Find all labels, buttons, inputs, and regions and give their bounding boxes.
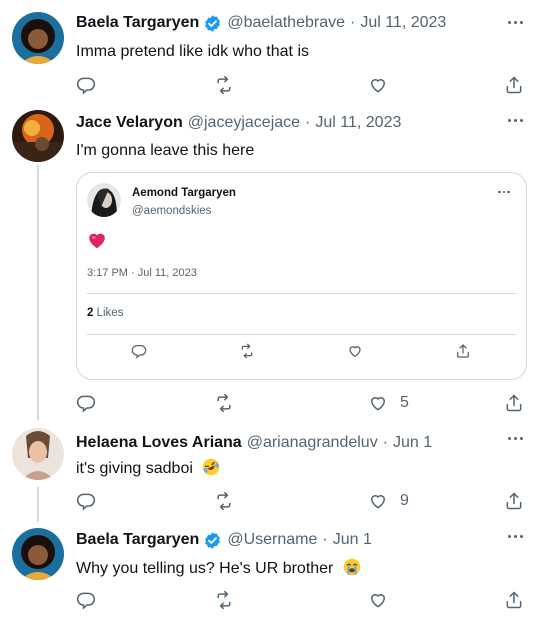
- reply-icon[interactable]: [76, 588, 96, 612]
- avatar[interactable]: [12, 110, 64, 162]
- quoted-action-bar: [87, 343, 516, 363]
- quoted-likes-label: Likes: [96, 307, 124, 319]
- tweet-date[interactable]: Jun 1: [333, 531, 372, 549]
- more-options-icon[interactable]: [500, 110, 530, 130]
- rolling-on-floor-laughing-emoji-icon: [201, 457, 221, 484]
- tweet-text: it's giving sadboi: [76, 460, 193, 477]
- more-options-icon[interactable]: [500, 526, 530, 546]
- share-icon[interactable]: [504, 391, 524, 415]
- tweet-text-container: Why you telling us? He's UR brother: [76, 557, 520, 584]
- avatar[interactable]: [12, 528, 64, 580]
- quoted-avatar[interactable]: [87, 183, 121, 217]
- author-name[interactable]: Baela Targaryen: [76, 14, 199, 32]
- share-icon[interactable]: [504, 489, 524, 513]
- like-heart-icon[interactable]: [347, 343, 365, 361]
- reply-icon[interactable]: [76, 489, 96, 513]
- retweet-icon[interactable]: [214, 73, 234, 97]
- author-name[interactable]: Helaena Loves Ariana: [76, 434, 242, 452]
- like-count: 9: [400, 492, 409, 509]
- retweet-icon[interactable]: [239, 343, 257, 361]
- author-handle[interactable]: @jaceyjacejace: [188, 114, 300, 132]
- more-options-icon[interactable]: [492, 183, 516, 201]
- retweet-icon[interactable]: [214, 391, 234, 415]
- like-heart-icon[interactable]: [368, 588, 400, 612]
- quoted-author-handle[interactable]: @aemondskies: [132, 205, 211, 217]
- like-heart-icon[interactable]: 9: [368, 489, 409, 513]
- author-handle[interactable]: @arianagrandeluv: [247, 434, 378, 452]
- reply-icon[interactable]: [76, 391, 96, 415]
- reply-icon[interactable]: [76, 73, 96, 97]
- action-bar: 5: [76, 391, 530, 415]
- quoted-tweet-card[interactable]: Aemond Targaryen @aemondskies 3:17 PM · …: [76, 172, 527, 380]
- quoted-timestamp[interactable]: 3:17 PM · Jul 11, 2023: [87, 267, 197, 279]
- tweet-text: Why you telling us? He's UR brother: [76, 560, 334, 577]
- tweet-text: Imma pretend like idk who that is: [76, 43, 309, 60]
- separator-dot: ·: [305, 114, 311, 131]
- red-heart-emoji-icon: [87, 231, 107, 254]
- share-icon[interactable]: [504, 73, 524, 97]
- tweet-date[interactable]: Jul 11, 2023: [315, 114, 401, 132]
- share-icon[interactable]: [504, 588, 524, 612]
- verified-badge-icon: [203, 531, 222, 550]
- quoted-likes[interactable]: 2 Likes: [87, 307, 123, 319]
- reply-icon[interactable]: [131, 343, 149, 361]
- separator-dot: ·: [382, 434, 389, 451]
- author-name[interactable]: Baela Targaryen: [76, 531, 199, 549]
- more-options-icon[interactable]: [500, 12, 530, 32]
- author-handle[interactable]: @Username: [227, 531, 317, 549]
- tweet: Baela Targaryen @baelathebrave · Jul 11,…: [0, 0, 540, 100]
- loudly-crying-face-emoji-icon: [342, 557, 362, 584]
- divider: [87, 334, 516, 335]
- action-bar: 9: [76, 489, 530, 513]
- tweet-text: I'm gonna leave this here: [76, 142, 255, 159]
- tweet-date[interactable]: Jun 1: [393, 434, 432, 452]
- like-heart-icon[interactable]: 5: [368, 391, 409, 415]
- tweet: Baela Targaryen @Username · Jun 1 Why yo…: [0, 522, 540, 622]
- divider: [87, 293, 516, 294]
- retweet-icon[interactable]: [214, 588, 234, 612]
- separator-dot: ·: [322, 531, 328, 548]
- tweet: Helaena Loves Ariana @arianagrandeluv · …: [0, 422, 540, 522]
- retweet-icon[interactable]: [214, 489, 234, 513]
- avatar[interactable]: [12, 12, 64, 64]
- action-bar: [76, 73, 530, 97]
- share-icon[interactable]: [455, 343, 473, 361]
- quoted-likes-count: 2: [87, 307, 94, 319]
- tweet-text-container: it's giving sadboi: [76, 457, 520, 484]
- quoted-author-name[interactable]: Aemond Targaryen: [132, 187, 236, 199]
- more-options-icon[interactable]: [500, 428, 530, 448]
- like-heart-icon[interactable]: [368, 73, 400, 97]
- avatar[interactable]: [12, 428, 64, 480]
- author-handle[interactable]: @baelathebrave: [227, 14, 345, 32]
- like-count: 5: [400, 394, 409, 411]
- verified-badge-icon: [203, 14, 222, 33]
- action-bar: [76, 588, 530, 612]
- author-name[interactable]: Jace Velaryon: [76, 114, 183, 132]
- separator-dot: ·: [349, 14, 356, 31]
- tweet-date[interactable]: Jul 11, 2023: [360, 14, 446, 32]
